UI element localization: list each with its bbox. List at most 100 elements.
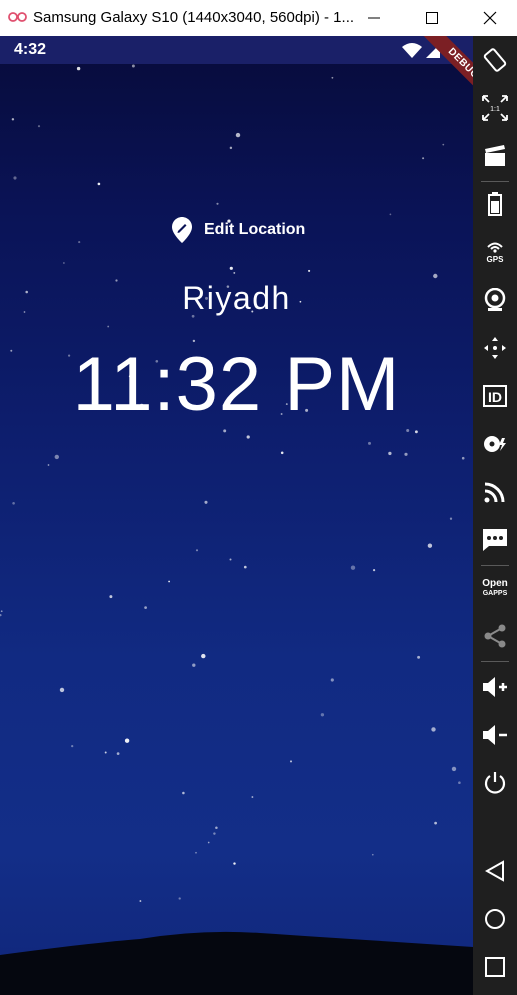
hill-silhouette: [0, 931, 473, 995]
oo-link-icon: [8, 12, 27, 22]
star: [233, 271, 236, 274]
star: [431, 727, 436, 732]
disk-button[interactable]: [473, 424, 517, 464]
star: [78, 241, 81, 244]
star: [388, 451, 392, 456]
opengapps-button[interactable]: Open GAPPS: [473, 568, 517, 608]
home-icon: [485, 909, 505, 929]
power-icon: [484, 772, 506, 794]
star: [63, 262, 65, 264]
star: [434, 821, 437, 825]
sms-icon: [483, 529, 507, 551]
star: [139, 900, 142, 902]
star: [280, 451, 284, 455]
star: [109, 595, 113, 599]
phone-screen: 4:32 DEBUG Edit Location Riyadh 11:32 PM: [0, 36, 473, 995]
star: [59, 687, 65, 693]
star: [449, 517, 453, 520]
gps-icon: GPS: [487, 242, 505, 264]
star: [458, 781, 461, 784]
star: [461, 456, 465, 460]
star: [414, 430, 418, 434]
star: [368, 441, 371, 445]
close-button[interactable]: [467, 0, 513, 36]
svg-text:GPS: GPS: [487, 255, 505, 264]
star: [229, 266, 233, 270]
location-edit-icon: [172, 217, 192, 243]
star: [213, 832, 216, 835]
dpad-button[interactable]: [473, 328, 517, 368]
star: [178, 897, 181, 900]
star: [251, 796, 254, 798]
window-titlebar: Samsung Galaxy S10 (1440x3040, 560dpi) -…: [0, 0, 517, 36]
star: [422, 157, 425, 160]
window-title: Samsung Galaxy S10 (1440x3040, 560dpi) -…: [33, 9, 355, 26]
city-name: Riyadh: [182, 280, 291, 316]
maximize-button[interactable]: [409, 0, 455, 36]
close-icon: [483, 11, 497, 25]
star: [451, 766, 457, 772]
camera-icon: [484, 288, 506, 311]
back-button[interactable]: [473, 851, 517, 891]
home-button[interactable]: [473, 899, 517, 939]
star: [47, 464, 50, 466]
camera-button[interactable]: [473, 280, 517, 320]
current-time: 11:32 PM: [72, 342, 401, 427]
sms-button[interactable]: [473, 520, 517, 560]
screen-record-button[interactable]: [473, 136, 517, 176]
status-bar: 4:32: [0, 36, 473, 64]
status-time: 4:32: [14, 41, 47, 58]
star: [207, 841, 210, 844]
screen-record-icon: [485, 145, 505, 166]
star: [215, 826, 218, 830]
star: [350, 565, 356, 570]
volume-up-button[interactable]: [473, 667, 517, 707]
star: [246, 435, 250, 439]
star: [144, 606, 147, 609]
star: [433, 273, 438, 279]
back-icon: [485, 860, 504, 882]
gps-button[interactable]: GPS: [473, 232, 517, 272]
star: [308, 269, 311, 272]
star: [201, 653, 206, 659]
share-button[interactable]: [473, 616, 517, 656]
disk-icon: [484, 436, 506, 452]
star: [406, 428, 410, 433]
minimize-button[interactable]: [351, 0, 397, 36]
volume-up-icon: [483, 677, 507, 697]
minimize-icon: [368, 17, 380, 19]
star: [417, 655, 421, 659]
id-icon: ID: [483, 385, 507, 407]
edit-location-button[interactable]: Edit Location: [172, 216, 305, 244]
rss-icon: [484, 482, 505, 503]
star: [76, 66, 81, 71]
star: [107, 325, 110, 328]
star: [37, 125, 41, 128]
star: [195, 851, 197, 854]
star: [131, 64, 135, 68]
recents-icon: [485, 957, 505, 977]
rss-button[interactable]: [473, 472, 517, 512]
power-button[interactable]: [473, 763, 517, 803]
star: [204, 500, 208, 504]
battery-button[interactable]: [473, 184, 517, 224]
star: [13, 176, 17, 180]
star: [168, 580, 170, 583]
star: [289, 760, 293, 763]
star: [0, 613, 2, 617]
star: [229, 146, 233, 150]
star: [54, 454, 59, 460]
volume-down-button[interactable]: [473, 715, 517, 755]
star: [404, 452, 408, 456]
star: [223, 429, 227, 433]
rotate-button[interactable]: [473, 40, 517, 80]
star: [371, 853, 374, 856]
toolbar-divider: [481, 181, 509, 182]
recents-button[interactable]: [473, 947, 517, 987]
star: [116, 752, 120, 755]
star: [330, 678, 334, 682]
one-to-one-button[interactable]: 1:1: [473, 88, 517, 128]
star: [229, 558, 232, 561]
wifi-icon: [402, 43, 422, 58]
id-button[interactable]: ID: [473, 376, 517, 416]
